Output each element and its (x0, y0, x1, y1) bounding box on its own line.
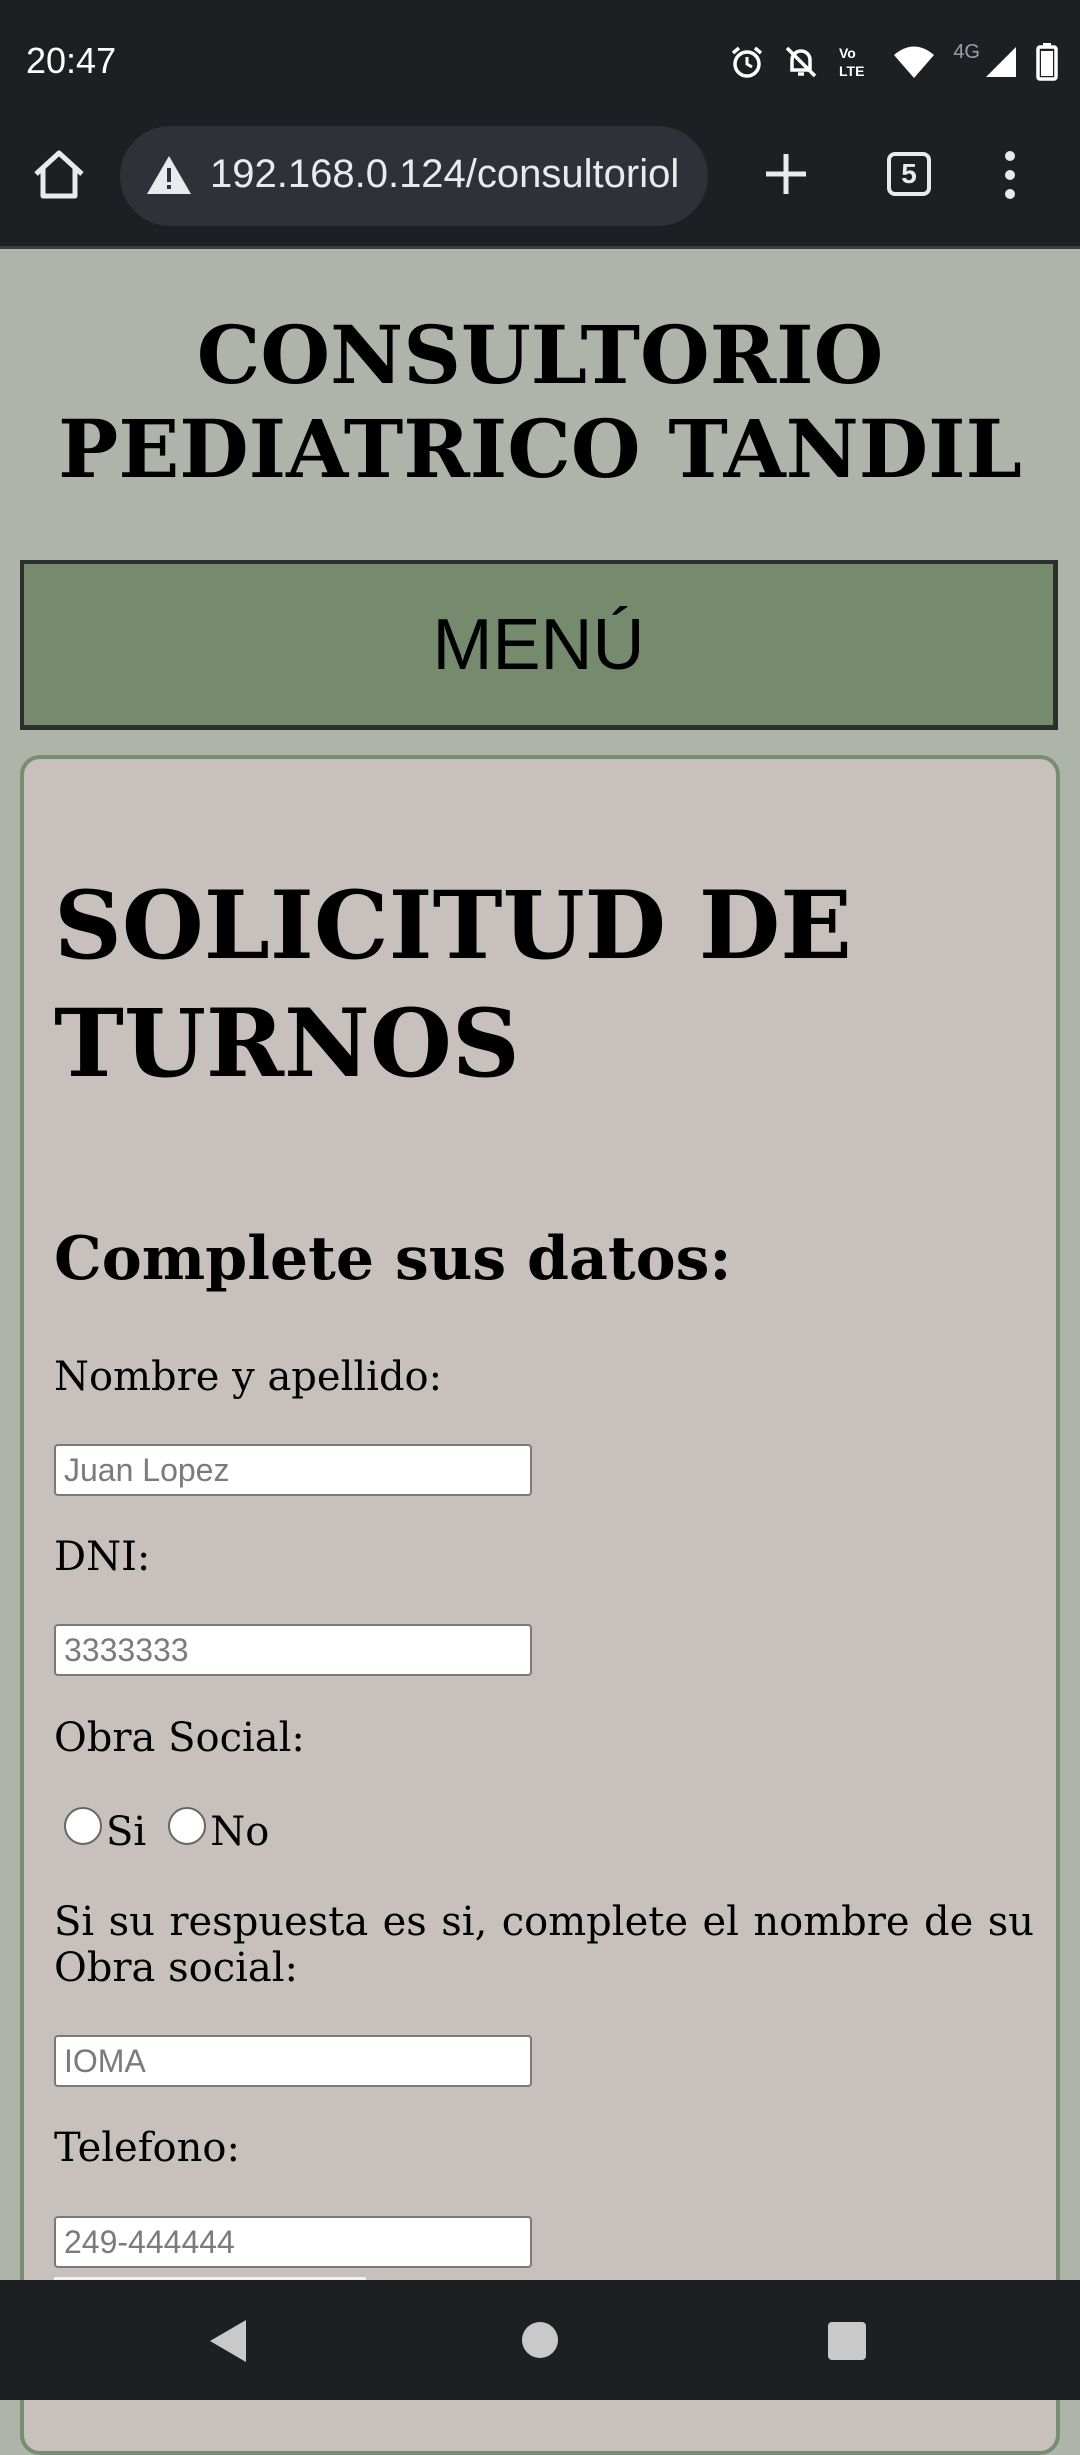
form-title-line2: TURNOS (54, 989, 520, 1099)
radio-no[interactable] (168, 1807, 207, 1845)
obra-social-input[interactable] (54, 2035, 532, 2087)
back-icon[interactable] (206, 2316, 250, 2366)
svg-text:Vo: Vo (839, 45, 856, 61)
url-text[interactable]: 192.168.0.124/consultoriol (210, 152, 690, 197)
name-label: Nombre y apellido: (54, 1354, 443, 1400)
name-input[interactable] (54, 1444, 532, 1496)
phone-input[interactable] (54, 2216, 532, 2268)
phone-label: Telefono: (54, 2125, 240, 2171)
bell-off-icon (786, 46, 817, 78)
site-title-line1: CONSULTORIO (196, 308, 884, 402)
volte-icon: Vo LTE (839, 45, 864, 79)
form-title: SOLICITUD DE TURNOS (54, 867, 954, 1103)
site-title-line2: PEDIATRICO TANDIL (58, 402, 1022, 496)
signal-icon (986, 47, 1016, 77)
wifi-icon (894, 46, 935, 78)
status-bar: 20:47 Vo LTE 4G (0, 0, 1080, 124)
more-options-icon[interactable] (996, 146, 1024, 204)
system-nav-bar (0, 2280, 1080, 2400)
dni-input[interactable] (54, 1624, 532, 1676)
address-bar[interactable]: 192.168.0.124/consultoriol (120, 126, 708, 226)
status-time: 20:47 (26, 40, 117, 81)
recent-apps-icon[interactable] (828, 2322, 866, 2360)
radio-yes[interactable] (64, 1807, 102, 1845)
warning-icon[interactable] (146, 154, 192, 196)
battery-icon (1036, 43, 1058, 81)
status-icons: Vo LTE 4G (729, 40, 1058, 84)
home-nav-icon[interactable] (522, 2322, 558, 2358)
obra-social-label: Obra Social: (54, 1715, 305, 1761)
radio-yes-label: Si (106, 1809, 147, 1855)
browser-toolbar: 192.168.0.124/consultoriol 5 (0, 124, 1080, 249)
tab-switcher-button[interactable]: 5 (887, 152, 931, 196)
dni-label: DNI: (54, 1534, 151, 1580)
new-tab-icon[interactable] (762, 150, 810, 198)
home-icon[interactable] (30, 146, 88, 204)
tab-count: 5 (901, 158, 917, 189)
form-title-line1: SOLICITUD DE (54, 871, 852, 981)
form-card: SOLICITUD DE TURNOS Complete sus datos: … (20, 755, 1060, 2455)
site-title: CONSULTORIO PEDIATRICO TANDIL (0, 308, 1080, 496)
4g-label: 4G (953, 40, 980, 63)
obra-social-note: Si su respuesta es si, complete el nombr… (54, 1899, 1034, 1991)
form-subtitle: Complete sus datos: (54, 1224, 732, 1294)
alarm-icon (732, 46, 763, 78)
obra-social-options: Si No (64, 1807, 291, 1855)
svg-text:LTE: LTE (839, 63, 864, 79)
menu-button[interactable]: MENÚ (20, 560, 1058, 730)
radio-no-label: No (210, 1809, 270, 1855)
